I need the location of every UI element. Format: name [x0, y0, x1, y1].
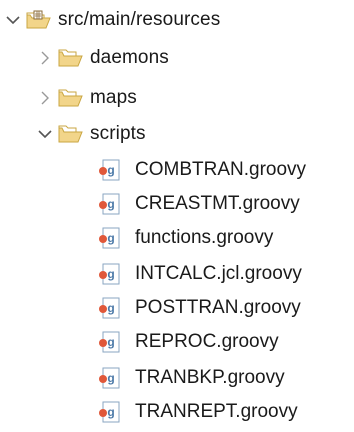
chevron-down-icon[interactable]: [34, 123, 56, 145]
groovy-file-icon: g: [97, 158, 121, 182]
svg-text:g: g: [107, 163, 114, 177]
tree-node-daemons[interactable]: daemons: [34, 42, 169, 74]
svg-text:g: g: [107, 267, 114, 281]
groovy-file-icon: g: [97, 262, 121, 286]
tree-file-label: TRANBKP.groovy: [135, 367, 285, 388]
groovy-file-icon: g: [97, 400, 121, 424]
tree-file-item[interactable]: g INTCALC.jcl.groovy: [97, 258, 302, 290]
tree-file-item[interactable]: g TRANBKP.groovy: [97, 362, 285, 394]
groovy-file-icon: g: [97, 330, 121, 354]
folder-icon: [58, 123, 86, 145]
tree-node-root[interactable]: src/main/resources: [2, 4, 220, 36]
groovy-file-icon: g: [97, 226, 121, 250]
tree-file-label: functions.groovy: [135, 227, 274, 248]
svg-text:g: g: [107, 231, 114, 245]
svg-text:g: g: [107, 405, 114, 419]
tree-node-maps[interactable]: maps: [34, 82, 137, 114]
svg-text:g: g: [107, 371, 114, 385]
chevron-down-icon[interactable]: [2, 9, 24, 31]
groovy-file-icon: g: [97, 192, 121, 216]
tree-file-item[interactable]: g COMBTRAN.groovy: [97, 154, 306, 186]
package-folder-icon: [26, 9, 54, 31]
folder-icon: [58, 47, 86, 69]
folder-icon: [58, 87, 86, 109]
groovy-file-icon: g: [97, 366, 121, 390]
tree-file-label: REPROC.groovy: [135, 331, 279, 352]
tree-node-label: scripts: [90, 123, 146, 144]
tree-file-label: CREASTMT.groovy: [135, 193, 300, 214]
tree-file-label: COMBTRAN.groovy: [135, 159, 307, 180]
tree-file-label: INTCALC.jcl.groovy: [135, 263, 302, 284]
chevron-right-icon[interactable]: [34, 87, 56, 109]
svg-text:g: g: [107, 197, 114, 211]
tree-file-item[interactable]: g TRANREPT.groovy: [97, 396, 298, 428]
project-tree: src/main/resources daemons maps scripts …: [0, 0, 354, 432]
tree-node-label: daemons: [90, 47, 169, 68]
svg-text:g: g: [107, 335, 114, 349]
tree-file-item[interactable]: g POSTTRAN.groovy: [97, 292, 301, 324]
tree-file-label: POSTTRAN.groovy: [135, 297, 301, 318]
svg-text:g: g: [107, 301, 114, 315]
groovy-file-icon: g: [97, 296, 121, 320]
tree-node-scripts[interactable]: scripts: [34, 118, 146, 150]
tree-node-label: maps: [90, 87, 137, 108]
tree-file-item[interactable]: g CREASTMT.groovy: [97, 188, 300, 220]
tree-file-label: TRANREPT.groovy: [135, 401, 298, 422]
chevron-right-icon[interactable]: [34, 47, 56, 69]
tree-file-item[interactable]: g functions.groovy: [97, 222, 273, 254]
tree-node-label: src/main/resources: [58, 9, 221, 30]
tree-file-item[interactable]: g REPROC.groovy: [97, 326, 279, 358]
